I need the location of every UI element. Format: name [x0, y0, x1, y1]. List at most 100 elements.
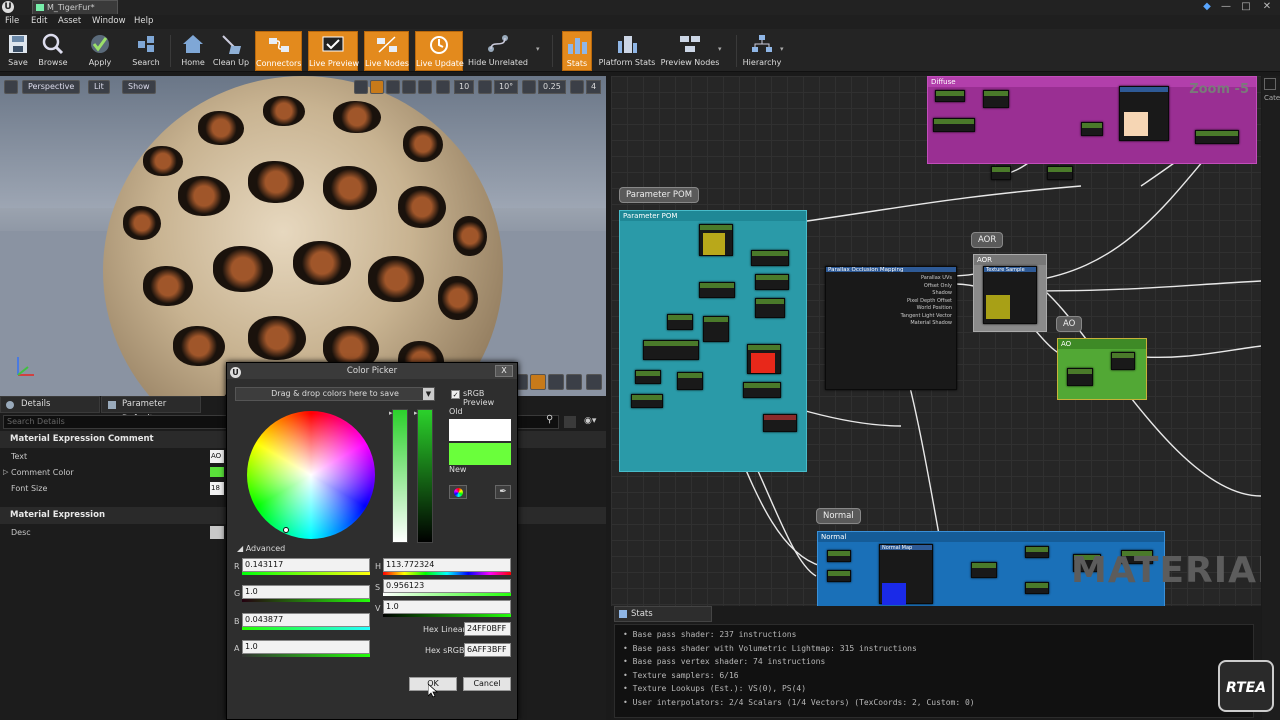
- themes-dropdown-icon[interactable]: ▼: [423, 388, 434, 400]
- graph-node[interactable]: [747, 344, 781, 374]
- graph-node[interactable]: [1195, 130, 1239, 144]
- graph-node[interactable]: [643, 340, 699, 360]
- platform-stats-button[interactable]: Platform Stats: [598, 31, 656, 71]
- scale-icon[interactable]: [402, 80, 416, 94]
- menu-help[interactable]: Help: [134, 16, 153, 26]
- hide-unrelated-button[interactable]: Hide Unrelated: [468, 31, 528, 71]
- saturation-slider[interactable]: [392, 409, 408, 543]
- hierarchy-dropdown-icon[interactable]: ▾: [780, 45, 784, 53]
- saturation-slider-handle[interactable]: ▸: [389, 409, 393, 417]
- v-value-field[interactable]: 1.0: [383, 600, 511, 614]
- bubble-parameter-pom[interactable]: Parameter POM: [619, 187, 700, 203]
- world-local-icon[interactable]: [418, 80, 432, 94]
- value-slider[interactable]: [417, 409, 433, 543]
- graph-node[interactable]: [1081, 122, 1103, 136]
- live-update-button[interactable]: Live Update: [415, 31, 464, 71]
- home-button[interactable]: Home: [178, 31, 208, 71]
- menu-edit[interactable]: Edit: [31, 16, 47, 26]
- select-mode-icon[interactable]: [354, 80, 368, 94]
- graph-node[interactable]: [635, 370, 661, 384]
- surface-snap-icon[interactable]: [436, 80, 450, 94]
- graph-node[interactable]: [827, 570, 851, 582]
- graph-node[interactable]: [631, 394, 663, 408]
- value-slider-handle[interactable]: ▸: [414, 409, 418, 417]
- graph-node[interactable]: [755, 274, 789, 290]
- graph-node[interactable]: [743, 382, 781, 398]
- texture-sample-node[interactable]: Texture Sample: [983, 266, 1037, 324]
- connectors-button[interactable]: Connectors: [255, 31, 302, 71]
- preview-viewport[interactable]: Perspective Lit Show 10 10° 0.25 4: [0, 76, 606, 396]
- srgb-preview-checkbox[interactable]: ✓: [451, 390, 460, 399]
- graph-node[interactable]: [699, 282, 735, 298]
- graph-node[interactable]: [763, 414, 797, 432]
- tab-parameter-defaults[interactable]: Parameter Defaults: [101, 396, 201, 424]
- bubble-normal[interactable]: Normal: [816, 508, 861, 524]
- r-value-field[interactable]: 0.143117: [242, 558, 370, 572]
- cancel-button[interactable]: Cancel: [463, 677, 511, 691]
- rotate-icon[interactable]: [386, 80, 400, 94]
- bubble-aor[interactable]: AOR: [971, 232, 1004, 248]
- translate-icon[interactable]: [370, 80, 384, 94]
- b-value-field[interactable]: 0.043877: [242, 613, 370, 627]
- graph-node[interactable]: [991, 166, 1011, 180]
- text-property-field[interactable]: AO: [210, 450, 224, 463]
- advanced-toggle[interactable]: ◢ Advanced: [237, 544, 285, 553]
- graph-node[interactable]: [1025, 582, 1049, 594]
- preview-nodes-dropdown-icon[interactable]: ▾: [718, 45, 722, 53]
- scale-snap-value[interactable]: 0.25: [538, 80, 566, 94]
- perspective-button[interactable]: Perspective: [22, 80, 81, 94]
- graph-node[interactable]: [933, 118, 975, 132]
- graph-node[interactable]: [1111, 352, 1135, 370]
- rotation-snap-value[interactable]: 10°: [494, 80, 519, 94]
- graph-node[interactable]: [703, 316, 729, 342]
- material-graph[interactable]: Diffuse Parameter POM Parameter POM Para…: [611, 76, 1261, 606]
- hierarchy-button[interactable]: Hierarchy: [742, 31, 782, 71]
- tab-details[interactable]: Details: [0, 396, 100, 413]
- lit-button[interactable]: Lit: [88, 80, 110, 94]
- eyedropper-icon[interactable]: ✒: [495, 485, 511, 499]
- camera-speed-value[interactable]: 4: [586, 80, 602, 94]
- palette-expand-icon[interactable]: [1264, 78, 1276, 90]
- a-value-field[interactable]: 1.0: [242, 640, 370, 654]
- color-picker-close-button[interactable]: X: [495, 365, 513, 377]
- graph-node[interactable]: [983, 90, 1009, 108]
- graph-node[interactable]: [751, 250, 789, 266]
- grid-snap-value[interactable]: 10: [454, 80, 475, 94]
- preview-cube-icon[interactable]: [566, 374, 582, 390]
- graph-node[interactable]: [1067, 368, 1093, 386]
- view-options-icon[interactable]: ◉▾: [584, 416, 602, 428]
- s-value-field[interactable]: 0.956123: [383, 579, 511, 593]
- live-nodes-button[interactable]: Live Nodes: [364, 31, 409, 71]
- preview-plane-icon[interactable]: [548, 374, 564, 390]
- graph-node[interactable]: [827, 550, 851, 562]
- hex-linear-field[interactable]: 24FF0BFF: [464, 622, 511, 636]
- notifications-icon[interactable]: ◆: [1197, 0, 1217, 14]
- desc-property-field[interactable]: [210, 526, 224, 539]
- base-color-node[interactable]: [1119, 86, 1169, 141]
- graph-node[interactable]: [971, 562, 997, 578]
- comment-color-swatch[interactable]: [210, 467, 224, 477]
- live-preview-button[interactable]: Live Preview: [308, 31, 359, 71]
- menu-asset[interactable]: Asset: [58, 16, 81, 26]
- graph-node[interactable]: [1025, 546, 1049, 558]
- minimize-icon[interactable]: —: [1216, 0, 1236, 14]
- color-wheel-mode-icon[interactable]: [449, 485, 467, 499]
- graph-node[interactable]: [755, 298, 785, 318]
- graph-node[interactable]: [1047, 166, 1073, 180]
- color-wheel-cursor[interactable]: [283, 527, 289, 533]
- clean-up-button[interactable]: Clean Up: [212, 31, 250, 71]
- graph-node[interactable]: [677, 372, 703, 390]
- maximize-icon[interactable]: □: [1236, 0, 1256, 14]
- preview-sphere-icon[interactable]: [530, 374, 546, 390]
- menu-file[interactable]: File: [5, 16, 19, 26]
- bubble-ao[interactable]: AO: [1056, 316, 1083, 332]
- expand-arrow-icon[interactable]: ▷: [3, 468, 8, 476]
- hex-srgb-field[interactable]: 6AFF3BFF: [464, 643, 511, 657]
- scale-snap-icon[interactable]: [522, 80, 536, 94]
- graph-node[interactable]: [935, 90, 965, 102]
- preview-custom-mesh-icon[interactable]: [586, 374, 602, 390]
- hide-unrelated-dropdown-icon[interactable]: ▾: [536, 45, 540, 53]
- preview-nodes-button[interactable]: Preview Nodes: [660, 31, 720, 71]
- show-button[interactable]: Show: [122, 80, 156, 94]
- font-size-field[interactable]: 18: [210, 482, 224, 495]
